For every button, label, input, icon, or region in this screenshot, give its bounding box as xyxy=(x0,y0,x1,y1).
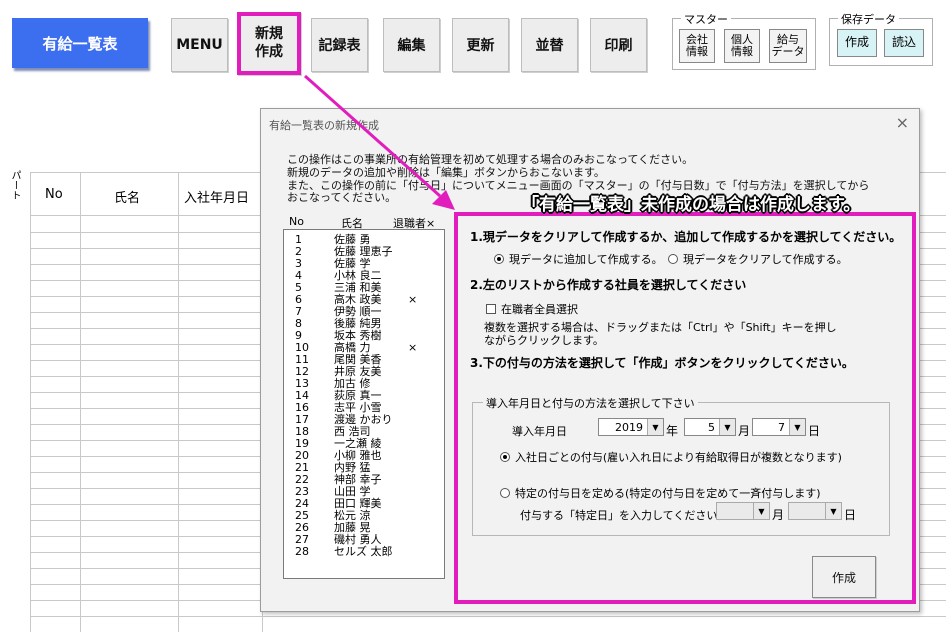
annotation-arrow xyxy=(304,74,455,210)
